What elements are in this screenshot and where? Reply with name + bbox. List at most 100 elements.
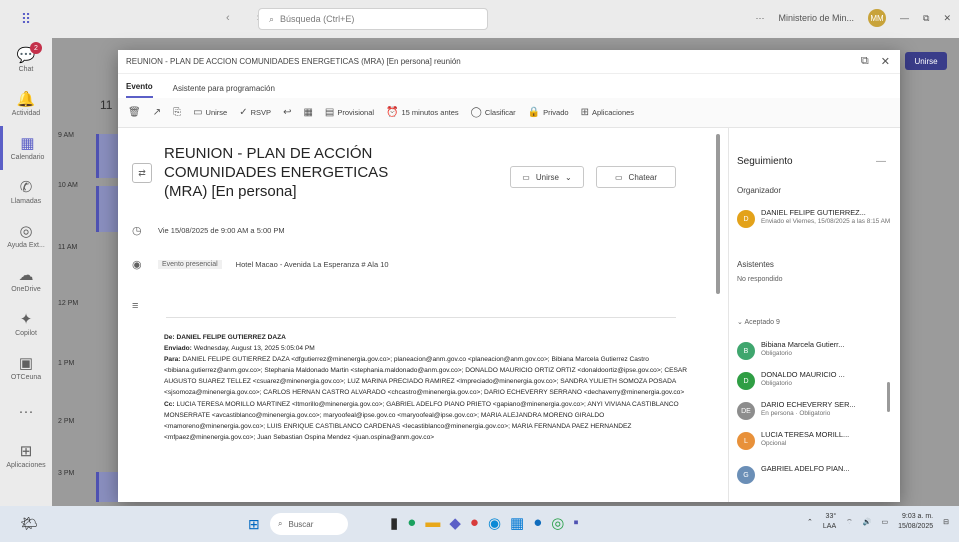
calendar-event[interactable]	[96, 134, 118, 178]
taskbar-app-icon[interactable]: ◆	[449, 514, 461, 532]
email-to-label: Para:	[164, 356, 181, 364]
private-icon: 🔒	[527, 107, 541, 118]
more-options-icon[interactable]: ···	[755, 13, 764, 23]
taskbar-app-icon[interactable]: ●	[470, 514, 479, 532]
search-input[interactable]: ⌕ Búsqueda (Ctrl+E)	[258, 8, 488, 30]
attendee-row[interactable]: B Bibiana Marcela Gutierr... Obligatorio	[737, 340, 897, 360]
calendar-event[interactable]	[96, 472, 118, 502]
email-from: De: DANIEL FELIPE GUTIERREZ DAZA	[164, 332, 694, 343]
ribbon-reply-button[interactable]: ↩	[283, 107, 291, 118]
windows-taskbar: 🌤 ⊞ ⌕ Buscar ▮ ● ▬ ◆ ● ◉ ▦ ● ◎ ▪ ⌃ 33° L…	[0, 506, 959, 542]
rail-item-activity[interactable]: 🔔 Actividad	[0, 82, 52, 126]
clock[interactable]: 9:03 a. m. 15/08/2025	[898, 512, 933, 532]
organizer-entry[interactable]: D DANIEL FELIPE GUTIERREZ... Enviado el …	[737, 208, 897, 228]
taskbar-app-icon[interactable]: ▬	[425, 514, 440, 532]
rail-item-copilot[interactable]: ✦ Copilot	[0, 302, 52, 346]
teams-grid-icon[interactable]: ⠿	[0, 11, 52, 28]
avatar[interactable]: MM	[868, 9, 887, 27]
copy-icon: ⎘	[173, 107, 182, 118]
rail-item-label: Aplicaciones	[6, 461, 46, 469]
taskbar-app-icon[interactable]: ▮	[390, 514, 398, 532]
modal-close-button[interactable]: ✕	[881, 55, 890, 68]
notification-icon[interactable]: ⊟	[943, 518, 949, 526]
bell-icon: 🔔	[16, 90, 36, 108]
notification-badge: 2	[30, 42, 42, 54]
email-sent-label: Enviado:	[164, 345, 192, 353]
profile-label[interactable]: Ministerio de Min...	[778, 13, 854, 23]
weather-widget-icon[interactable]: 🌤	[20, 515, 38, 532]
minimize-button[interactable]: —	[900, 13, 909, 23]
ribbon-copy-button[interactable]: ⎘	[173, 107, 181, 118]
close-button[interactable]: ✕	[943, 13, 951, 24]
start-button-icon[interactable]: ⊞	[248, 516, 260, 533]
rail-item-more[interactable]: ···	[0, 390, 52, 434]
calendar-join-button[interactable]: Unirse	[905, 52, 947, 70]
attendee-row[interactable]: G GABRIEL ADELFO PIAN...	[737, 464, 897, 484]
rail-item-onedrive[interactable]: ☁ OneDrive	[0, 258, 52, 302]
taskbar-app-icon[interactable]: ▦	[510, 514, 524, 532]
ribbon-status-dropdown[interactable]: ▤ Provisional	[325, 107, 374, 118]
taskbar-app-icon[interactable]: ●	[407, 514, 416, 532]
attendee-row[interactable]: DE DARIO ECHEVERRY SER... En persona · Ob…	[737, 400, 897, 420]
taskbar-app-icon[interactable]: ▪	[573, 514, 578, 532]
attendee-row[interactable]: L LUCIA TERESA MORILL... Opcional	[737, 430, 897, 450]
app-icon: ▣	[18, 354, 34, 372]
rail-item-chat[interactable]: 💬 2 Chat	[0, 38, 52, 82]
ribbon-delete-button[interactable]: 🗑	[128, 107, 141, 118]
event-location[interactable]: Hotel Macao - Avenida La Esperanza # Ala…	[236, 260, 389, 269]
help-icon: ◎	[19, 222, 33, 240]
join-button[interactable]: ▭ Unirse ⌄	[510, 166, 584, 188]
rail-item-apps[interactable]: ⊞ Aplicaciones	[0, 434, 52, 478]
avatar: G	[737, 466, 755, 484]
location-tag: Evento presencial	[158, 260, 222, 269]
event-datetime-row: ◷ Vie 15/08/2025 de 9:00 AM a 5:00 PM	[132, 224, 285, 237]
attendee-status: Opcional	[761, 440, 787, 447]
tab-evento[interactable]: Evento	[126, 82, 153, 98]
ribbon-reminder-dropdown[interactable]: ⏰ 15 minutos antes	[386, 107, 459, 118]
content-scrollbar[interactable]	[716, 134, 720, 294]
attendees-note: No respondido	[737, 276, 783, 283]
rail-item-label: Ayuda Ext...	[7, 241, 45, 249]
ribbon-join-button[interactable]: ▭ Unirse	[193, 107, 227, 118]
tab-scheduling-assistant[interactable]: Asistente para programación	[173, 84, 275, 98]
time-label: 12 PM	[58, 300, 79, 307]
avatar: D	[737, 372, 755, 390]
rail-item-help[interactable]: ◎ Ayuda Ext...	[0, 214, 52, 258]
taskbar-app-icon[interactable]: ◉	[488, 514, 501, 532]
calendar-event[interactable]	[96, 186, 118, 232]
ribbon-rsvp-button[interactable]: ✓ RSVP	[239, 107, 271, 118]
ribbon-forward-button[interactable]: ↗	[153, 107, 161, 118]
email-sent-value: Wednesday, August 13, 2025 5:05:04 PM	[193, 345, 315, 353]
restore-button[interactable]: ⧉	[923, 13, 929, 24]
modal-tabs: Evento Asistente para programación	[118, 74, 900, 98]
tracking-scrollbar[interactable]	[887, 382, 890, 412]
ribbon-grid-button[interactable]: ▦	[303, 107, 312, 118]
network-icon[interactable]: ⌔	[846, 518, 853, 527]
avatar: D	[737, 210, 755, 228]
chevron-down-icon[interactable]: ⌄	[565, 173, 572, 182]
accepted-group-toggle[interactable]: ⌄ Aceptado 9	[737, 318, 780, 326]
battery-icon[interactable]: ▭	[881, 518, 888, 526]
reminder-icon: ⏰	[386, 107, 399, 118]
rail-item-calls[interactable]: ✆ Llamadas	[0, 170, 52, 214]
attendee-row[interactable]: D DONALDO MAURICIO ... Obligatorio	[737, 370, 897, 390]
ribbon-categorize-dropdown[interactable]: ◯ Clasificar	[471, 107, 516, 118]
rail-item-label: Actividad	[11, 109, 41, 117]
chat-button[interactable]: ▭ Chatear	[596, 166, 676, 188]
weather-tray[interactable]: 33° LAA	[823, 512, 836, 532]
volume-icon[interactable]: 🔊	[863, 518, 872, 526]
ribbon-private-button[interactable]: 🔒 Privado	[528, 107, 569, 118]
chevron-up-icon[interactable]: ⌃	[807, 518, 813, 526]
taskbar-app-icon[interactable]: ◎	[551, 514, 564, 532]
modal-restore-button[interactable]: ⧉	[861, 55, 869, 68]
categorize-icon: ◯	[470, 107, 482, 118]
taskbar-search[interactable]: ⌕ Buscar	[270, 513, 348, 535]
chevron-up-icon[interactable]: —	[876, 156, 886, 167]
ribbon-apps-button[interactable]: ⊞ Aplicaciones	[581, 107, 635, 118]
event-details: ⇄ REUNION - PLAN DE ACCIÓN COMUNIDADES E…	[118, 128, 718, 502]
taskbar-app-icon[interactable]: ●	[533, 514, 542, 532]
attendee-name: DARIO ECHEVERRY SER...	[761, 400, 856, 409]
rail-item-calendar[interactable]: ▦ Calendario	[0, 126, 52, 170]
rail-item-app[interactable]: ▣ OTCeuna	[0, 346, 52, 390]
join-button-label: Unirse	[535, 172, 559, 182]
